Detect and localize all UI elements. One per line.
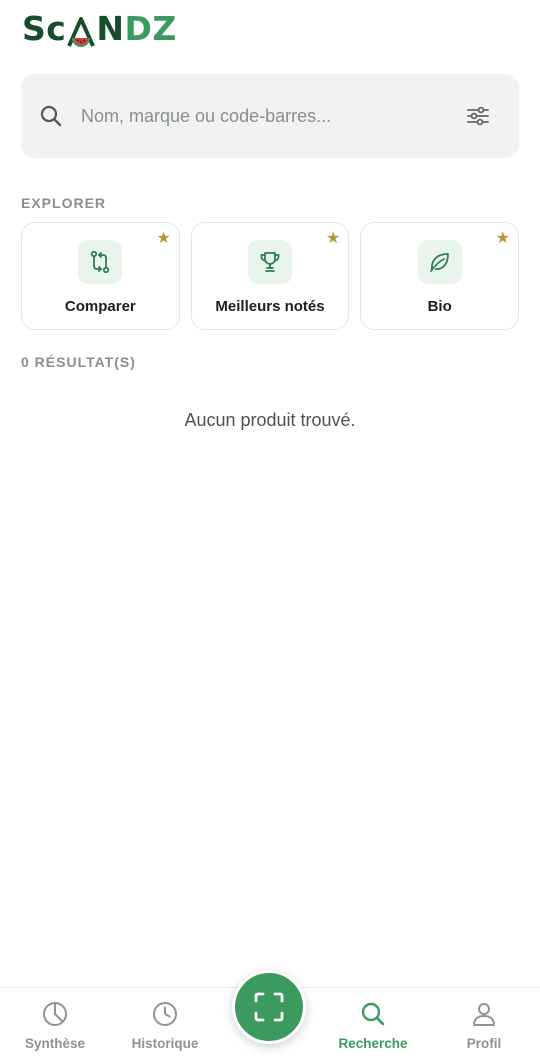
results-count: 0 RÉSULTAT(S): [21, 354, 136, 370]
star-icon[interactable]: ★: [156, 231, 170, 247]
trophy-icon: [260, 252, 280, 272]
trophy-tile: [248, 240, 292, 284]
explore-card-bio[interactable]: ★ Bio: [360, 222, 520, 330]
logo-text-sc: Sc: [22, 9, 67, 48]
logo-text-dz: DZ: [124, 9, 177, 48]
search-icon: [361, 1002, 385, 1026]
user-icon: [473, 1003, 495, 1026]
app-logo: Sc N DZ: [22, 9, 177, 48]
explore-heading: EXPLORER: [21, 195, 107, 211]
compare-tile: [78, 240, 123, 284]
explore-card-top-rated[interactable]: ★ Meilleurs notés: [190, 222, 350, 330]
search-bar[interactable]: [21, 74, 519, 158]
empty-results-message: Aucun produit trouvé.: [184, 410, 356, 430]
logo-text-n: N: [96, 9, 125, 48]
nav-item-synthese[interactable]: Synthèse: [10, 1000, 100, 1051]
nav-item-profil[interactable]: Profil: [439, 1000, 529, 1051]
explore-card-compare[interactable]: ★ Comparer: [21, 222, 180, 330]
pie-chart-icon: [43, 1002, 67, 1026]
star-icon[interactable]: ★: [496, 231, 510, 247]
nav-label: Profil: [466, 1036, 502, 1051]
card-label: Bio: [427, 298, 452, 315]
leaf-tile: [417, 240, 462, 284]
compare-arrows-icon: [91, 250, 110, 274]
nav-label: Historique: [131, 1036, 199, 1051]
card-label: Meilleurs notés: [215, 298, 325, 315]
nav-item-historique[interactable]: Historique: [120, 1000, 210, 1051]
explore-cards: ★ Comparer ★ Meilleurs notés ★ Bio: [21, 222, 520, 330]
scan-button[interactable]: [232, 970, 306, 1044]
nav-label: Recherche: [338, 1036, 408, 1051]
clock-icon: [153, 1002, 177, 1026]
nav-label: Synthèse: [24, 1036, 86, 1051]
logo-watermelon-a: [67, 14, 96, 48]
filter-sliders-icon[interactable]: [465, 103, 491, 129]
star-icon[interactable]: ★: [326, 231, 340, 247]
search-input[interactable]: [81, 105, 465, 127]
scan-frame-icon: [254, 992, 284, 1022]
nav-item-recherche[interactable]: Recherche: [328, 1000, 418, 1051]
search-icon: [40, 105, 62, 127]
leaf-icon: [429, 253, 449, 272]
card-label: Comparer: [64, 298, 136, 315]
